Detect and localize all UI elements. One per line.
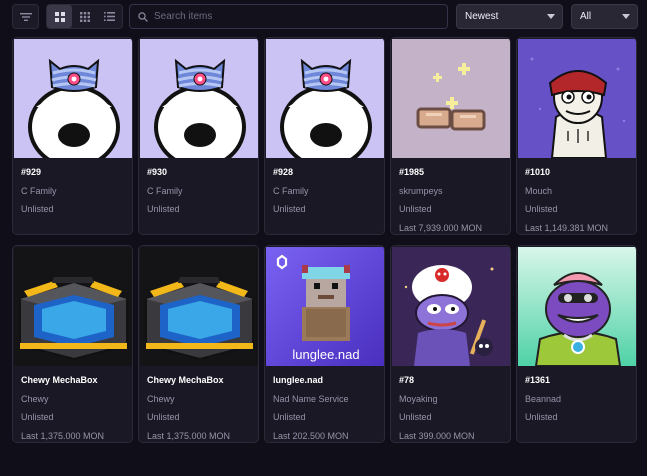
item-card[interactable]: #78 Moyaking Unlisted Last 399.000 MON <box>390 245 511 443</box>
item-last-price: Last 399.000 MON <box>399 431 475 441</box>
item-status: Unlisted <box>273 412 306 422</box>
item-card[interactable]: #929 C Family Unlisted <box>12 37 133 235</box>
item-card[interactable]: Chewy MechaBox Chewy Unlisted Last 1,375.00… <box>12 245 133 443</box>
item-collection: Nad Name Service <box>273 394 349 404</box>
filter-button[interactable] <box>12 4 39 29</box>
item-status: Unlisted <box>21 412 54 422</box>
filter-icon <box>19 12 32 21</box>
item-status: Unlisted <box>21 204 54 214</box>
item-image[interactable] <box>266 39 384 158</box>
status-filter-select[interactable]: All <box>571 4 638 29</box>
item-image[interactable] <box>14 247 132 366</box>
item-image[interactable]: lunglee.nad <box>266 247 384 366</box>
chevron-down-icon <box>547 14 555 19</box>
item-card[interactable]: lunglee.nad lunglee.nad Nad Name Service U… <box>264 245 385 443</box>
item-name: #929 <box>21 167 42 177</box>
item-card[interactable]: Chewy MechaBox Chewy Unlisted Last 1,375.00… <box>138 245 259 443</box>
sort-select-value: Newest <box>465 11 499 22</box>
search-icon <box>138 11 148 22</box>
item-collection: skrumpeys <box>399 186 443 196</box>
item-status: Unlisted <box>399 412 432 422</box>
item-name: #1985 <box>399 167 425 177</box>
item-status: Unlisted <box>147 204 180 214</box>
item-status: Unlisted <box>399 204 432 214</box>
item-status: Unlisted <box>147 412 180 422</box>
item-name: #1361 <box>525 375 551 385</box>
item-card[interactable]: #1010 Mouch Unlisted Last 1,149.381 MON <box>516 37 637 235</box>
item-image[interactable] <box>140 247 258 366</box>
item-collection: Chewy <box>147 394 175 404</box>
item-name: lunglee.nad <box>273 375 324 385</box>
item-name: #930 <box>147 167 168 177</box>
sort-select[interactable]: Newest <box>456 4 563 29</box>
chevron-down-icon <box>622 14 630 19</box>
item-collection: Mouch <box>525 186 553 196</box>
search-box <box>129 4 448 29</box>
item-collection: C Family <box>273 186 309 196</box>
item-collection: Chewy <box>21 394 49 404</box>
item-image-label: lunglee.nad <box>292 347 359 362</box>
view-toggle <box>46 4 123 29</box>
item-last-price: Last 7,939.000 MON <box>399 223 483 233</box>
status-select-value: All <box>580 11 592 22</box>
item-last-price: Last 202.500 MON <box>273 431 349 441</box>
item-name: #928 <box>273 167 294 177</box>
item-status: Unlisted <box>273 204 306 214</box>
item-image[interactable] <box>518 247 636 366</box>
item-name: #78 <box>399 375 415 385</box>
item-last-price: Last 1,375.000 MON <box>21 431 105 441</box>
view-list-button[interactable] <box>97 5 122 28</box>
grid-large-icon <box>54 11 65 22</box>
view-grid-large-button[interactable] <box>47 5 72 28</box>
item-collection: Moyaking <box>399 394 438 404</box>
item-collection: Beannad <box>525 394 562 404</box>
item-card[interactable]: #1985 skrumpeys Unlisted Last 7,939.000 MON <box>390 37 511 235</box>
item-name: Chewy MechaBox <box>21 375 98 385</box>
grid-small-icon <box>79 11 90 22</box>
item-image[interactable] <box>518 39 636 158</box>
view-grid-small-button[interactable] <box>72 5 97 28</box>
item-card[interactable]: #928 C Family Unlisted <box>264 37 385 235</box>
item-last-price: Last 1,375.000 MON <box>147 431 231 441</box>
item-name: Chewy MechaBox <box>147 375 224 385</box>
item-collection: C Family <box>147 186 183 196</box>
item-card[interactable]: #1361 Beannad Unlisted <box>516 245 637 443</box>
item-name: #1010 <box>525 167 551 177</box>
search-input[interactable] <box>154 11 444 22</box>
item-status: Unlisted <box>525 204 558 214</box>
item-image[interactable] <box>392 39 510 158</box>
item-card[interactable]: #930 C Family Unlisted <box>138 37 259 235</box>
item-collection: C Family <box>21 186 57 196</box>
item-image[interactable] <box>140 39 258 158</box>
item-status: Unlisted <box>525 412 558 422</box>
toolbar: Newest All <box>0 0 647 34</box>
item-image[interactable] <box>14 39 132 158</box>
item-image[interactable] <box>392 247 510 366</box>
item-last-price: Last 1,149.381 MON <box>525 223 609 233</box>
list-icon <box>104 12 115 21</box>
